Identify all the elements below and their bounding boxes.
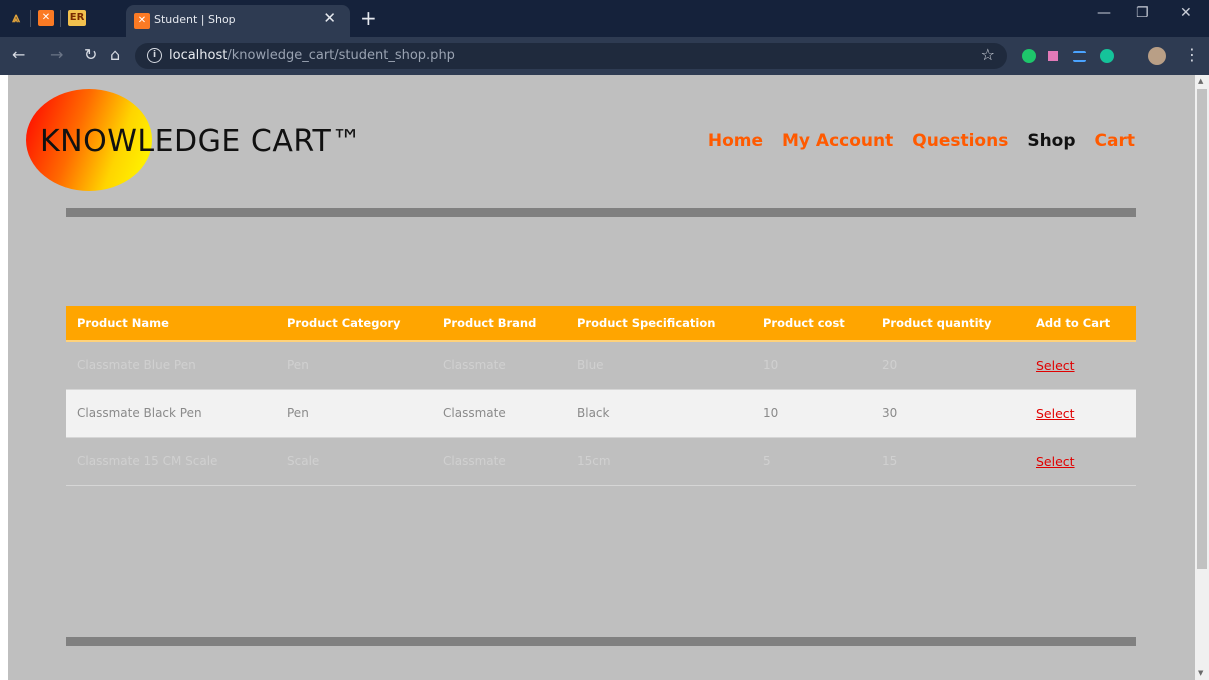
xampp-icon[interactable]: ✕ [38, 10, 54, 26]
table-row: Classmate 15 CM Scale Scale Classmate 15… [66, 437, 1136, 486]
cell-brand: Classmate [432, 341, 566, 390]
cell-quantity: 15 [871, 437, 1025, 486]
site-logo[interactable]: KNOWLEDGE CART™ [40, 124, 362, 159]
header-divider [66, 208, 1136, 217]
address-bar[interactable]: i localhost/knowledge_cart/student_shop.… [135, 43, 1007, 69]
grammarly-icon[interactable] [1100, 49, 1114, 63]
url-host: localhost [169, 48, 228, 63]
nav-my-account[interactable]: My Account [782, 131, 893, 151]
table-row: Classmate Black Pen Pen Classmate Black … [66, 389, 1136, 438]
cell-cost: 10 [752, 389, 871, 438]
minimize-icon[interactable]: — [1097, 5, 1111, 21]
divider [60, 10, 61, 27]
tab-student-shop[interactable]: ✕ Student | Shop ✕ [126, 5, 350, 37]
cell-product-name: Classmate Black Pen [66, 389, 276, 438]
xampp-icon: ✕ [134, 13, 150, 29]
new-tab-button[interactable]: + [360, 6, 377, 30]
stack-icon[interactable] [1073, 51, 1086, 62]
cell-specification: Black [566, 389, 752, 438]
web-page: KNOWLEDGE CART™ Home My Account Question… [8, 75, 1195, 680]
back-icon[interactable]: ← [12, 45, 25, 64]
avatar[interactable] [1148, 47, 1166, 65]
select-link[interactable]: Select [1036, 406, 1075, 421]
products-table: Product Name Product Category Product Br… [66, 306, 1136, 486]
er-tab[interactable]: ER [68, 10, 86, 26]
cell-add-to-cart: Select [1025, 437, 1136, 486]
home-icon[interactable]: ⌂ [110, 45, 120, 64]
tab-strip: ⩓ ✕ ER ✕ Student | Shop ✕ + — ❐ ✕ [0, 0, 1209, 37]
flag-icon[interactable] [1048, 51, 1058, 61]
cell-add-to-cart: Select [1025, 341, 1136, 390]
column-header: Product quantity [871, 306, 1025, 342]
nav-home[interactable]: Home [708, 131, 763, 151]
reload-icon[interactable]: ↻ [84, 45, 97, 64]
column-header: Product Name [66, 306, 276, 342]
scroll-down-icon[interactable]: ▼ [1198, 669, 1203, 677]
scroll-thumb[interactable] [1197, 89, 1207, 569]
page-scrollbar[interactable]: ▲ ▼ [1195, 75, 1209, 680]
url-text: localhost/knowledge_cart/student_shop.ph… [169, 48, 455, 63]
nav-shop[interactable]: Shop [1027, 131, 1075, 151]
divider [30, 10, 31, 27]
cell-category: Pen [276, 341, 432, 390]
cell-specification: 15cm [566, 437, 752, 486]
column-header: Product Category [276, 306, 432, 342]
cell-cost: 5 [752, 437, 871, 486]
nav-cart[interactable]: Cart [1095, 131, 1135, 151]
scroll-up-icon[interactable]: ▲ [1198, 77, 1203, 85]
close-tab-icon[interactable]: ✕ [323, 9, 336, 27]
table-row: Classmate Blue Pen Pen Classmate Blue 10… [66, 341, 1136, 390]
cell-category: Pen [276, 389, 432, 438]
select-link[interactable]: Select [1036, 454, 1075, 469]
bookmark-star-icon[interactable]: ☆ [981, 45, 995, 64]
profile-logo-icon[interactable]: ⩓ [8, 10, 24, 26]
footer-divider [66, 637, 1136, 646]
extension-green-icon[interactable] [1022, 49, 1036, 63]
cell-specification: Blue [566, 341, 752, 390]
cell-cost: 10 [752, 341, 871, 390]
column-header: Product cost [752, 306, 871, 342]
menu-icon[interactable]: ⋮ [1184, 45, 1200, 64]
column-header: Product Specification [566, 306, 752, 342]
cell-add-to-cart: Select [1025, 389, 1136, 438]
cell-quantity: 30 [871, 389, 1025, 438]
cell-brand: Classmate [432, 389, 566, 438]
site-info-icon[interactable]: i [147, 48, 162, 63]
tab-title: Student | Shop [154, 13, 236, 26]
column-header: Product Brand [432, 306, 566, 342]
cell-brand: Classmate [432, 437, 566, 486]
url-path: /knowledge_cart/student_shop.php [227, 48, 455, 63]
forward-icon[interactable]: → [50, 45, 63, 64]
table-header-row: Product Name Product Category Product Br… [66, 306, 1136, 342]
close-window-icon[interactable]: ✕ [1180, 5, 1192, 21]
cell-product-name: Classmate Blue Pen [66, 341, 276, 390]
cell-product-name: Classmate 15 CM Scale [66, 437, 276, 486]
nav-questions[interactable]: Questions [912, 131, 1008, 151]
cell-quantity: 20 [871, 341, 1025, 390]
column-header: Add to Cart [1025, 306, 1136, 342]
browser-window: ⩓ ✕ ER ✕ Student | Shop ✕ + — ❐ ✕ ← → ↻ … [0, 0, 1209, 680]
main-nav: Home My Account Questions Shop Cart [708, 131, 1135, 151]
restore-icon[interactable]: ❐ [1136, 5, 1149, 21]
select-link[interactable]: Select [1036, 358, 1075, 373]
cell-category: Scale [276, 437, 432, 486]
browser-toolbar: ← → ↻ ⌂ i localhost/knowledge_cart/stude… [0, 37, 1209, 101]
